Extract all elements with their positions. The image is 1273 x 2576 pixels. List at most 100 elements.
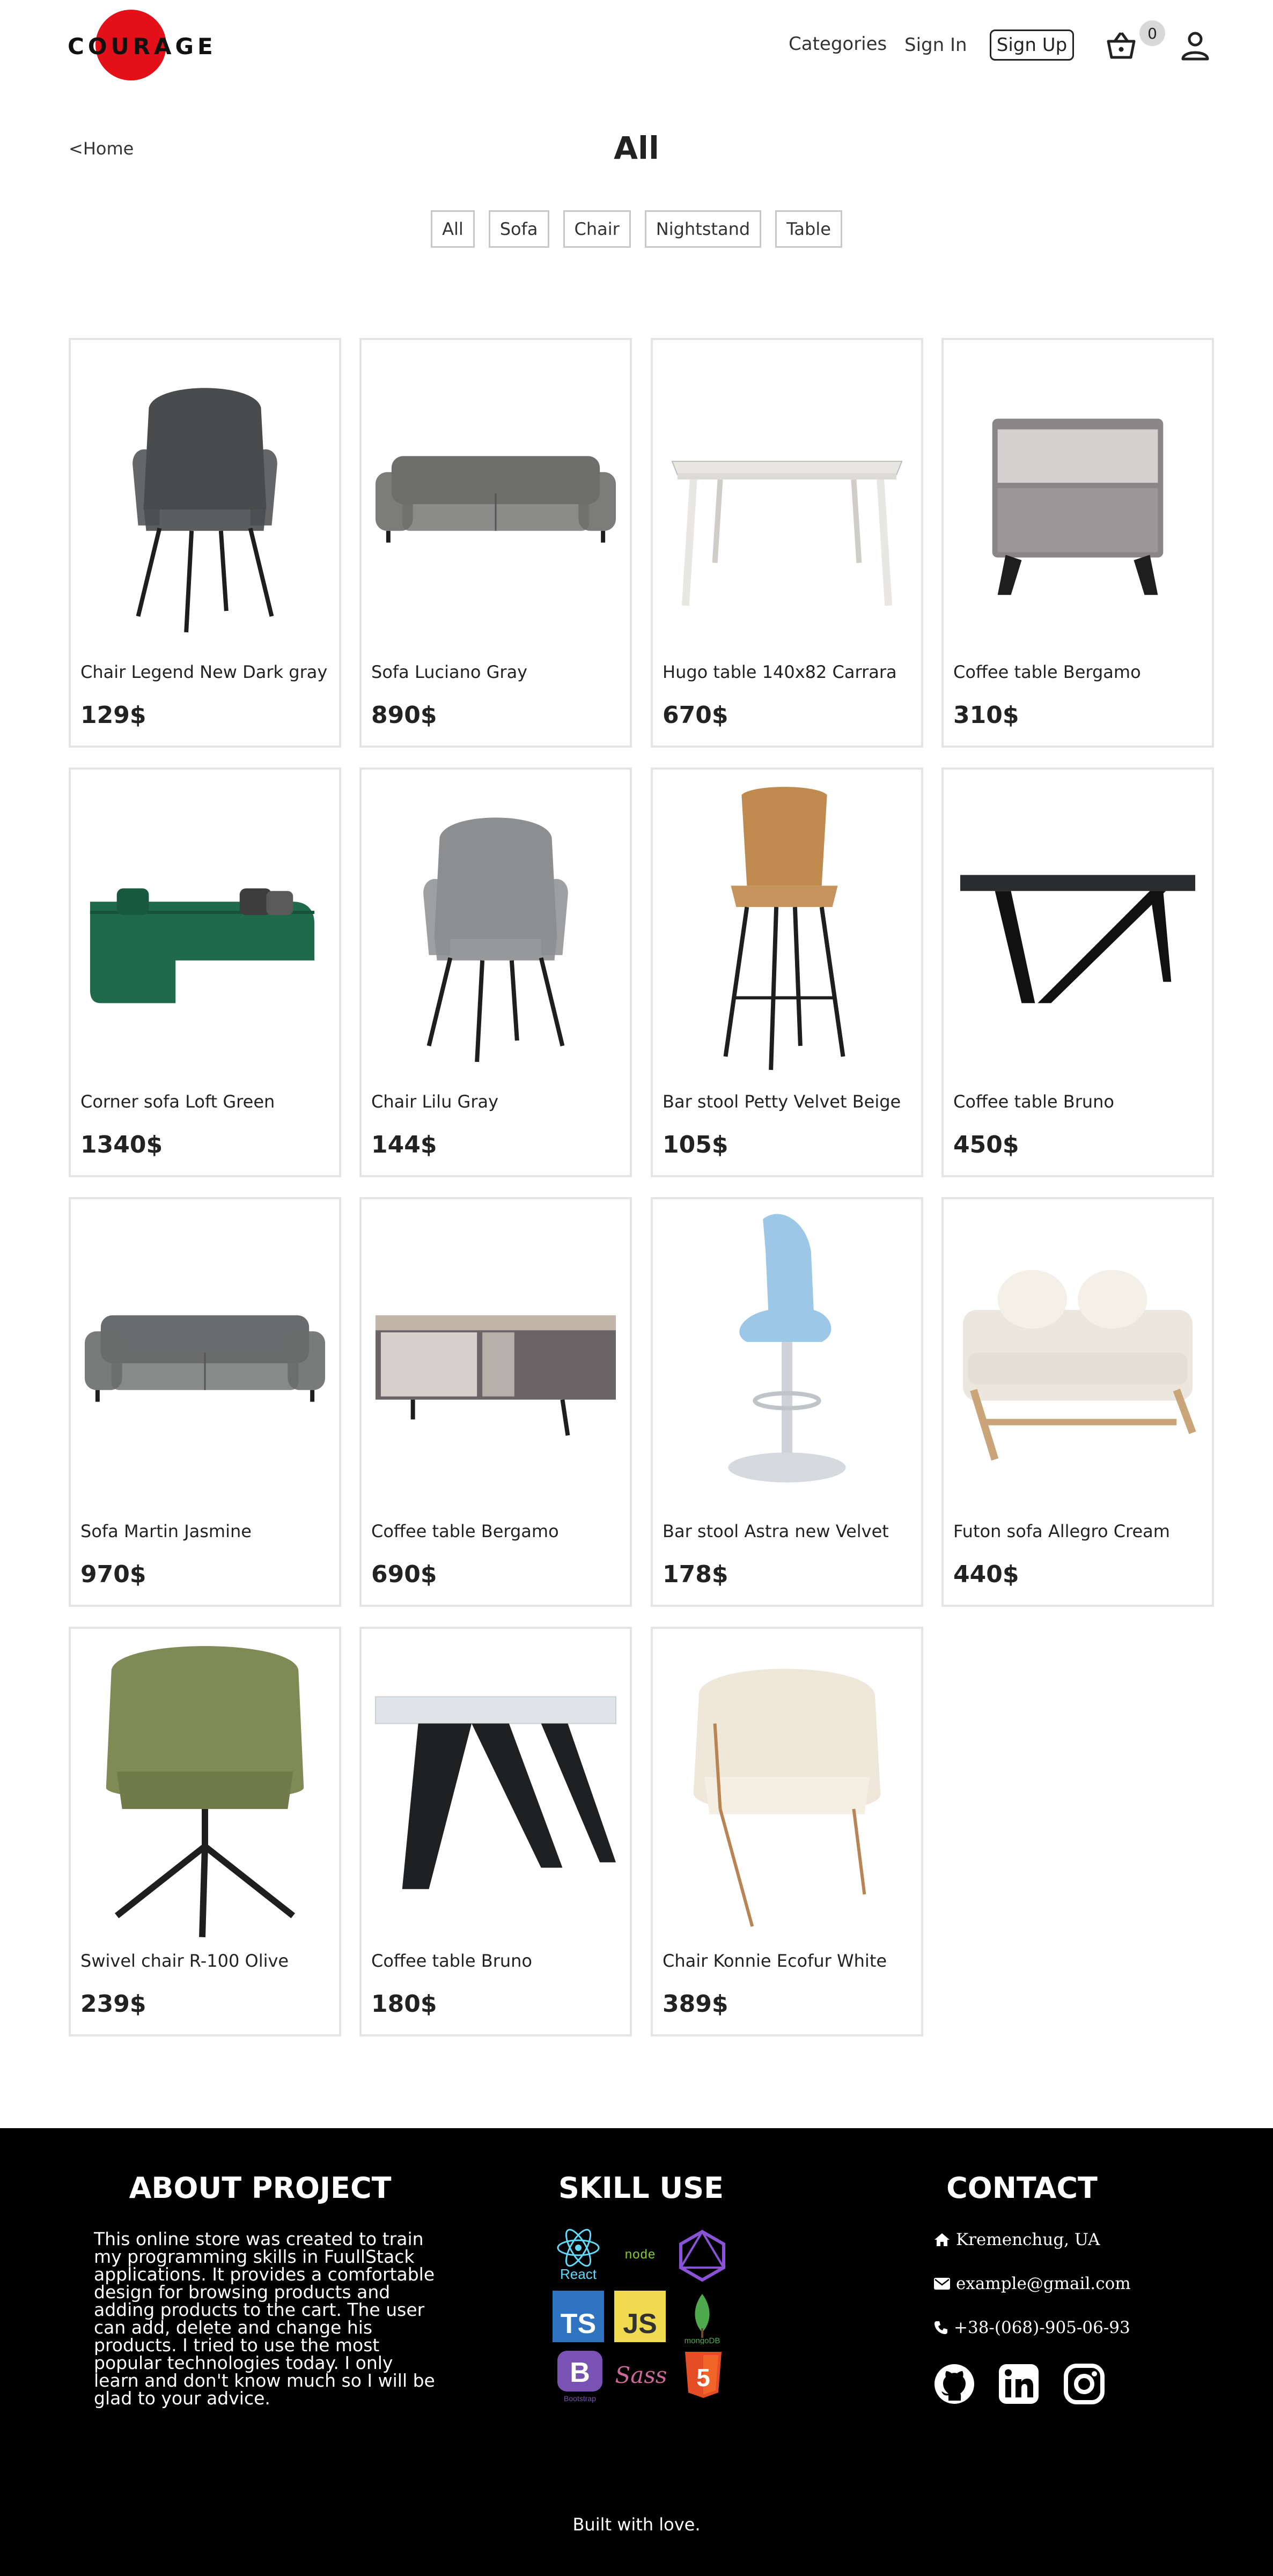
product-name[interactable]: Coffee table Bruno xyxy=(371,1951,532,1971)
mongodb-label: mongoDB xyxy=(685,2336,720,2344)
filter-chair-button[interactable]: Chair xyxy=(563,210,631,248)
product-name[interactable]: Coffee table Bergamo xyxy=(953,662,1141,682)
site-header: COURAGE Categories Sign In Sign Up 0 xyxy=(0,0,1273,91)
logo-text: COURAGE xyxy=(68,33,217,60)
product-name[interactable]: Chair Legend New Dark gray xyxy=(80,662,327,682)
product-price: 129$ xyxy=(80,702,146,729)
product-card[interactable]: Bar stool Petty Velvet Beige 105$ xyxy=(651,767,923,1177)
sass-icon: Sass xyxy=(615,2362,667,2388)
built-with-love-text: Built with love. xyxy=(572,2514,701,2535)
product-card[interactable]: Coffee table Bergamo 310$ xyxy=(941,338,1214,748)
product-image[interactable] xyxy=(79,778,330,1079)
mongodb-icon: mongoDB xyxy=(685,2294,720,2344)
product-name[interactable]: Corner sofa Loft Green xyxy=(80,1091,275,1112)
filter-sofa-button[interactable]: Sofa xyxy=(488,210,549,248)
contact-city: Kremenchug, UA xyxy=(933,2230,1100,2249)
bootstrap-letter: B xyxy=(570,2357,590,2388)
javascript-icon: JS xyxy=(614,2291,666,2342)
filter-all-button[interactable]: All xyxy=(431,210,475,248)
product-price: 178$ xyxy=(663,1561,729,1588)
product-name[interactable]: Chair Lilu Gray xyxy=(371,1091,498,1112)
contact-email[interactable]: example@gmail.com xyxy=(933,2274,1131,2293)
product-card[interactable]: Futon sofa Allegro Cream 440$ xyxy=(941,1197,1214,1607)
product-card[interactable]: Coffee table Bergamo 690$ xyxy=(359,1197,632,1607)
skills-heading: SKILL USE xyxy=(558,2171,724,2205)
product-image[interactable] xyxy=(661,1637,913,1938)
page-title: All xyxy=(614,130,659,166)
contact-phone-text[interactable]: +38-(068)-905-06-93 xyxy=(954,2318,1130,2337)
html5-icon: 5 xyxy=(685,2352,722,2398)
product-image[interactable] xyxy=(952,1208,1203,1508)
product-card[interactable]: Sofa Martin Jasmine 970$ xyxy=(69,1197,341,1607)
nodejs-icon: node xyxy=(624,2248,656,2263)
product-image[interactable] xyxy=(661,1208,913,1508)
nav-categories-link[interactable]: Categories xyxy=(789,33,887,55)
graphql-icon xyxy=(679,2230,726,2282)
product-image[interactable] xyxy=(370,1637,621,1938)
about-text: This online store was created to train m… xyxy=(94,2228,435,2409)
react-icon: React xyxy=(557,2228,600,2281)
product-card[interactable]: Bar stool Astra new Velvet 178$ xyxy=(651,1197,923,1607)
product-image[interactable] xyxy=(661,778,913,1079)
product-image[interactable] xyxy=(370,349,621,649)
product-name[interactable]: Chair Konnie Ecofur White xyxy=(663,1951,887,1971)
home-icon xyxy=(934,2233,950,2246)
node-label: node xyxy=(624,2248,656,2263)
sign-up-button[interactable]: Sign Up xyxy=(990,29,1074,61)
product-name[interactable]: Sofa Luciano Gray xyxy=(371,662,527,682)
about-heading: ABOUT PROJECT xyxy=(129,2171,392,2205)
cart-count-badge: 0 xyxy=(1139,20,1165,46)
category-filter-bar: All Sofa Chair Nightstand Table xyxy=(0,210,1273,248)
product-name[interactable]: Futon sofa Allegro Cream xyxy=(953,1521,1170,1541)
product-card[interactable]: Coffee table Bruno 180$ xyxy=(359,1627,632,2036)
product-name[interactable]: Hugo table 140x82 Carrara xyxy=(663,662,897,682)
product-name[interactable]: Swivel chair R-100 Olive xyxy=(80,1951,289,1971)
sass-label: Sass xyxy=(615,2362,667,2388)
product-price: 1340$ xyxy=(80,1131,163,1158)
contact-phone[interactable]: +38-(068)-905-06-93 xyxy=(933,2318,1130,2337)
envelope-icon xyxy=(934,2278,950,2290)
brand-logo[interactable]: COURAGE xyxy=(68,10,217,80)
product-image[interactable] xyxy=(79,1637,330,1938)
product-name[interactable]: Coffee table Bergamo xyxy=(371,1521,559,1541)
user-icon[interactable] xyxy=(1180,30,1210,61)
product-card[interactable]: Hugo table 140x82 Carrara 670$ xyxy=(651,338,923,748)
github-icon[interactable] xyxy=(933,2363,975,2405)
react-label: React xyxy=(560,2266,597,2281)
product-name[interactable]: Coffee table Bruno xyxy=(953,1091,1114,1112)
product-price: 105$ xyxy=(663,1131,729,1158)
bootstrap-label: Bootstrap xyxy=(564,2394,596,2403)
instagram-icon[interactable] xyxy=(1063,2363,1105,2405)
product-name[interactable]: Sofa Martin Jasmine xyxy=(80,1521,252,1541)
filter-nightstand-button[interactable]: Nightstand xyxy=(644,210,762,248)
product-card[interactable]: Swivel chair R-100 Olive 239$ xyxy=(69,1627,341,2036)
basket-icon[interactable] xyxy=(1105,29,1137,62)
contact-email-text[interactable]: example@gmail.com xyxy=(956,2274,1131,2293)
product-image[interactable] xyxy=(79,349,330,649)
filter-table-button[interactable]: Table xyxy=(775,210,842,248)
product-image[interactable] xyxy=(370,1208,621,1508)
product-image[interactable] xyxy=(370,778,621,1079)
product-card[interactable]: Coffee table Bruno 450$ xyxy=(941,767,1214,1177)
product-card[interactable]: Chair Lilu Gray 144$ xyxy=(359,767,632,1177)
product-card[interactable]: Chair Konnie Ecofur White 389$ xyxy=(651,1627,923,2036)
linkedin-icon[interactable] xyxy=(998,2363,1040,2405)
nav-sign-in-link[interactable]: Sign In xyxy=(904,34,967,56)
typescript-icon: TS xyxy=(553,2291,604,2342)
product-image[interactable] xyxy=(952,349,1203,649)
product-name[interactable]: Bar stool Astra new Velvet xyxy=(663,1521,889,1541)
product-price: 670$ xyxy=(663,702,729,729)
product-name[interactable]: Bar stool Petty Velvet Beige xyxy=(663,1091,901,1112)
product-image[interactable] xyxy=(661,349,913,649)
product-card[interactable]: Sofa Luciano Gray 890$ xyxy=(359,338,632,748)
contact-heading: CONTACT xyxy=(946,2171,1098,2205)
product-image[interactable] xyxy=(79,1208,330,1508)
product-price: 440$ xyxy=(953,1561,1019,1588)
product-price: 690$ xyxy=(371,1561,437,1588)
product-price: 450$ xyxy=(953,1131,1019,1158)
bootstrap-icon: B Bootstrap xyxy=(557,2351,602,2403)
product-card[interactable]: Corner sofa Loft Green 1340$ xyxy=(69,767,341,1177)
product-image[interactable] xyxy=(952,778,1203,1079)
product-card[interactable]: Chair Legend New Dark gray 129$ xyxy=(69,338,341,748)
product-price: 180$ xyxy=(371,1990,437,2018)
